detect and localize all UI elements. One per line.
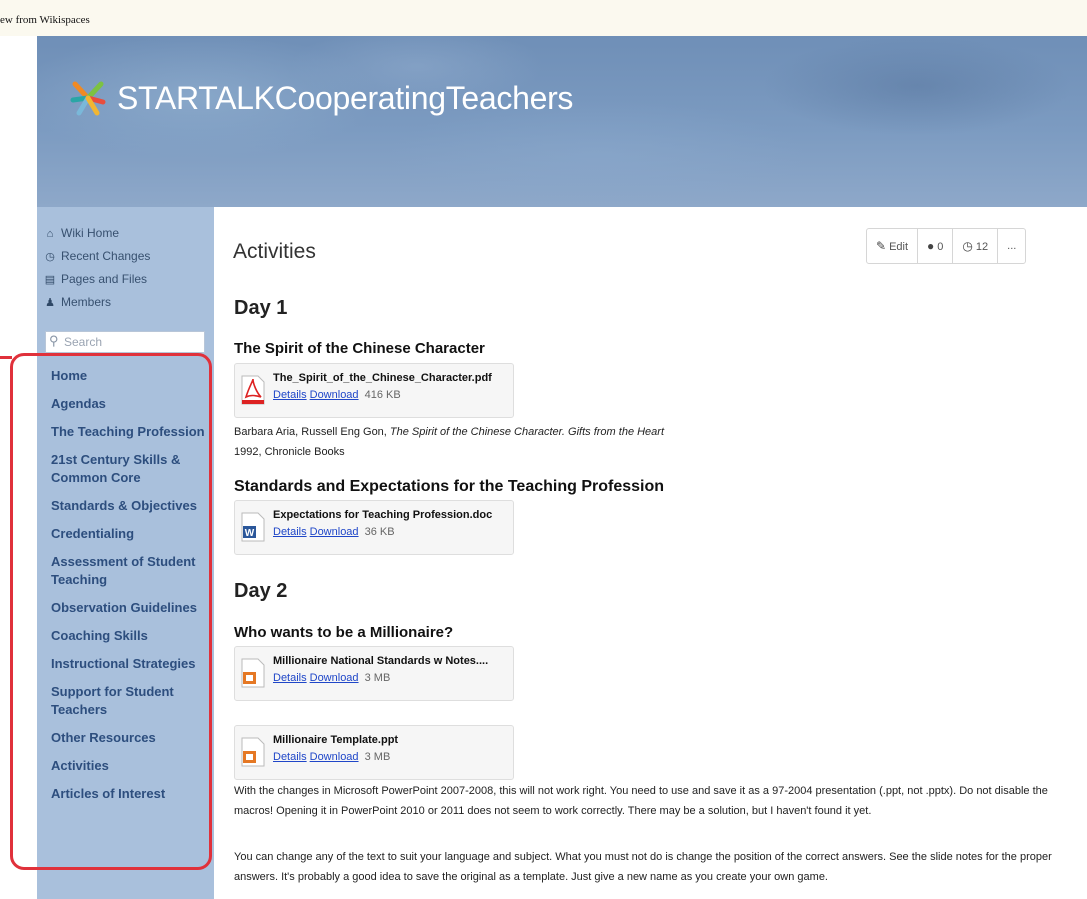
sidebar-item-articles-of-interest[interactable]: Articles of Interest — [51, 785, 211, 803]
wiki-home-link[interactable]: ⌂ Wiki Home — [43, 222, 150, 245]
site-banner: STARTALKCooperatingTeachers — [37, 36, 1087, 207]
sidebar: ⌂ Wiki Home ◷ Recent Changes ▤ Pages and Fi… — [37, 207, 214, 899]
wikispaces-logo-icon — [70, 81, 106, 116]
sidebar-item-coaching-skills[interactable]: Coaching Skills — [51, 627, 211, 645]
page-actions: ✎ Edit ● 0 ◷ 12 ... — [866, 228, 1027, 264]
doc-icon: W — [241, 512, 265, 542]
site-title[interactable]: STARTALKCooperatingTeachers — [117, 80, 573, 117]
file-size: 36 KB — [364, 526, 395, 538]
user-icon: ♟ — [45, 297, 55, 309]
recent-changes-link[interactable]: ◷ Recent Changes — [43, 245, 150, 268]
download-link[interactable]: Download — [310, 751, 359, 763]
file-attachment: Millionaire Template.ppt Details Download… — [234, 725, 514, 780]
history-button[interactable]: ◷ 12 — [953, 229, 999, 263]
download-link[interactable]: Download — [310, 389, 359, 401]
citation-publisher: 1992, Chronicle Books — [234, 446, 345, 458]
file-name: Millionaire Template.ppt — [273, 734, 399, 746]
pages-and-files-link[interactable]: ▤ Pages and Files — [43, 268, 150, 291]
sidebar-item-teaching-profession[interactable]: The Teaching Profession — [51, 423, 211, 441]
wiki-tools: ⌂ Wiki Home ◷ Recent Changes ▤ Pages and Fi… — [43, 222, 151, 314]
sidebar-item-agendas[interactable]: Agendas — [51, 395, 211, 413]
day1-heading: Day 1 — [234, 297, 288, 319]
file-attachment: The_Spirit_of_the_Chinese_Character.pdf … — [234, 363, 514, 418]
sidebar-item-home[interactable]: Home — [51, 367, 211, 385]
window-title: ew from Wikispaces — [0, 14, 90, 26]
details-link[interactable]: Details — [273, 389, 307, 401]
file-attachment: Millionaire National Standards w Notes..… — [234, 646, 514, 701]
more-button[interactable]: ... — [998, 229, 1025, 263]
home-icon: ⌂ — [46, 228, 54, 240]
standards-heading: Standards and Expectations for the Teach… — [234, 478, 665, 495]
ppt-icon — [241, 658, 265, 688]
file-name: Millionaire National Standards w Notes..… — [273, 655, 489, 667]
svg-text:W: W — [245, 528, 255, 539]
members-link[interactable]: ♟ Members — [43, 291, 150, 314]
file-links: Details Download 416 KB — [273, 389, 401, 401]
page-title: Activities — [233, 240, 316, 263]
sidebar-nav: Home Agendas The Teaching Profession 21s… — [51, 367, 211, 813]
pdf-icon — [241, 375, 265, 405]
sidebar-item-other-resources[interactable]: Other Resources — [51, 729, 211, 747]
download-link[interactable]: Download — [310, 526, 359, 538]
edit-button[interactable]: ✎ Edit — [867, 229, 919, 263]
sidebar-item-support-student-teachers[interactable]: Support for Student Teachers — [51, 683, 211, 719]
sidebar-item-observation-guidelines[interactable]: Observation Guidelines — [51, 599, 211, 617]
search-input[interactable] — [64, 334, 199, 350]
sidebar-item-standards-objectives[interactable]: Standards & Objectives — [51, 497, 211, 515]
file-size: 3 MB — [364, 751, 391, 763]
clock-icon: ◷ — [962, 239, 973, 253]
file-links: Details Download 3 MB — [273, 672, 390, 684]
search-icon: ⚲ — [49, 333, 59, 348]
sidebar-item-credentialing[interactable]: Credentialing — [51, 525, 211, 543]
citation-work: The Spirit of the Chinese Character. Gif… — [389, 426, 665, 438]
file-name: Expectations for Teaching Profession.doc — [273, 509, 493, 521]
clock-icon: ◷ — [45, 251, 55, 263]
file-icon: ▤ — [44, 274, 56, 286]
main-content: Activities ✎ Edit ● 0 ◷ 12 ... Day 1 The Sp… — [214, 207, 1087, 899]
file-links: Details Download 3 MB — [273, 751, 390, 763]
spirit-heading: The Spirit of the Chinese Character — [234, 340, 485, 357]
powerpoint-note: With the changes in Microsoft PowerPoint… — [234, 785, 1048, 817]
file-name: The_Spirit_of_the_Chinese_Character.pdf — [273, 372, 492, 384]
sidebar-item-activities[interactable]: Activities — [51, 757, 211, 775]
file-links: Details Download 36 KB — [273, 526, 395, 538]
details-link[interactable]: Details — [273, 672, 307, 684]
comments-icon: ● — [927, 239, 935, 253]
comments-button[interactable]: ● 0 — [918, 229, 954, 263]
file-attachment: W Expectations for Teaching Profession.d… — [234, 500, 514, 555]
instructions-note: You can change any of the text to suit y… — [234, 851, 1052, 883]
window-title-strip: ew from Wikispaces — [0, 0, 1087, 36]
details-link[interactable]: Details — [273, 526, 307, 538]
file-size: 416 KB — [364, 389, 401, 401]
sidebar-item-assessment[interactable]: Assessment of Student Teaching — [51, 553, 211, 589]
day2-heading: Day 2 — [234, 580, 288, 602]
download-link[interactable]: Download — [310, 672, 359, 684]
sidebar-item-21st-century-skills[interactable]: 21st Century Skills & Common Core — [51, 451, 211, 487]
ppt-icon — [241, 737, 265, 767]
millionaire-heading: Who wants to be a Millionaire? — [234, 624, 454, 641]
pencil-icon: ✎ — [876, 239, 887, 253]
details-link[interactable]: Details — [273, 751, 307, 763]
citation: Barbara Aria, Russell Eng Gon, The Spiri… — [234, 422, 1054, 462]
citation-authors: Barbara Aria, Russell Eng Gon, — [234, 426, 390, 438]
highlight-annotation-tail — [0, 356, 12, 359]
sidebar-item-instructional-strategies[interactable]: Instructional Strategies — [51, 655, 211, 673]
search-box[interactable]: ⚲ — [45, 331, 205, 353]
file-size: 3 MB — [364, 672, 391, 684]
